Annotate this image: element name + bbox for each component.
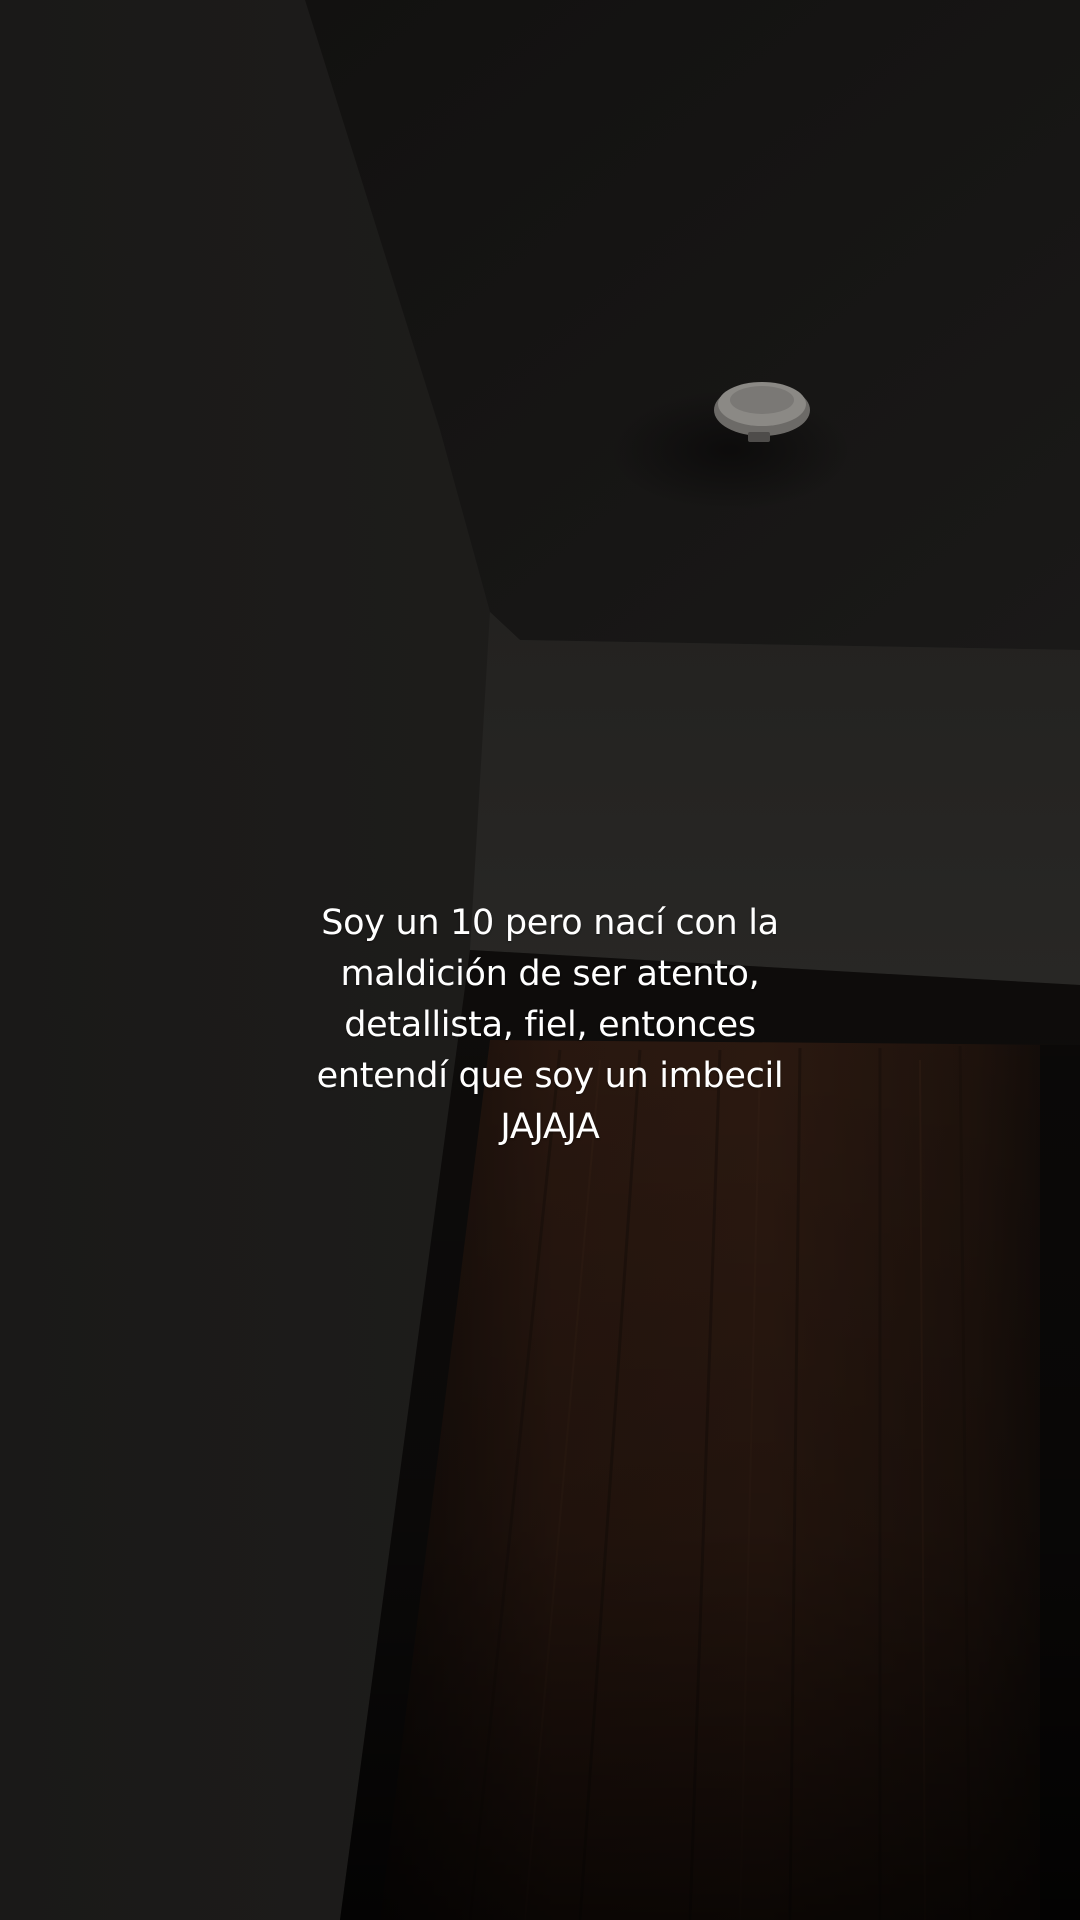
caption-line: entendí que soy un imbecil (316, 1056, 784, 1096)
video-frame: Soy un 10 pero nací con la maldición de … (0, 0, 1080, 1920)
caption-line: detallista, fiel, entonces (344, 1005, 756, 1045)
caption-line: maldición de ser atento, (340, 954, 760, 994)
caption-line: Soy un 10 pero nací con la (321, 903, 779, 943)
overlay-caption: Soy un 10 pero nací con la maldición de … (240, 898, 860, 1153)
caption-line: JAJAJA (500, 1107, 600, 1147)
